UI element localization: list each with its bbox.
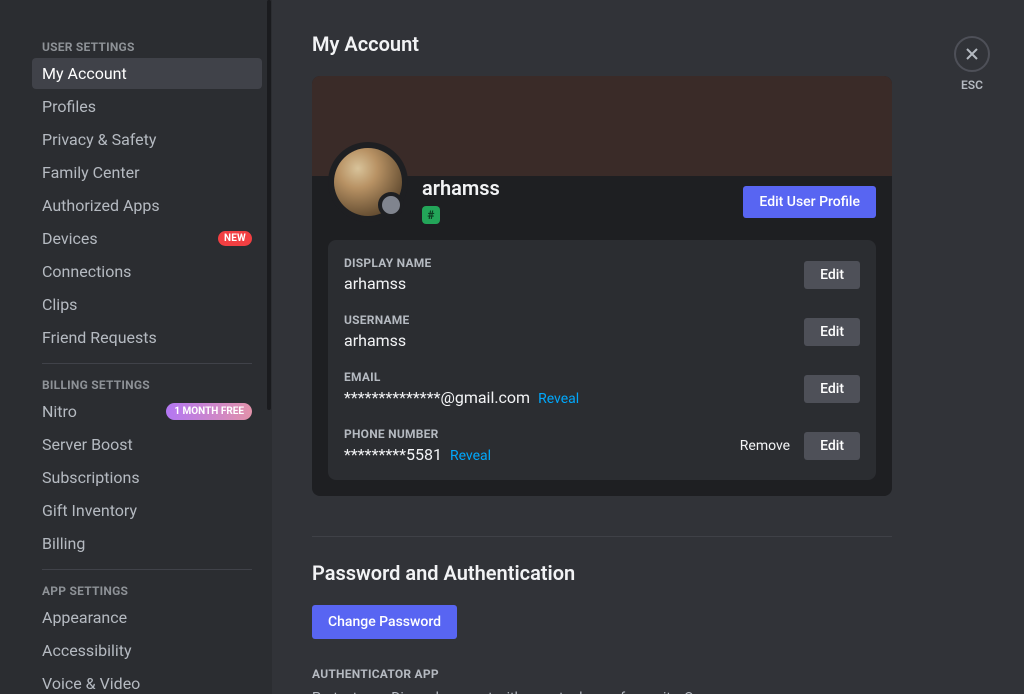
email-masked: **************@gmail.com (344, 388, 530, 407)
close-label: ESC (961, 78, 983, 92)
new-badge: NEW (218, 231, 252, 246)
edit-email-button[interactable]: Edit (804, 375, 860, 403)
phone-field: PHONE NUMBER *********5581 Reveal Remove… (344, 417, 860, 464)
phone-masked: *********5581 (344, 445, 442, 464)
sidebar-item-profiles[interactable]: Profiles (32, 91, 262, 122)
remove-phone-button[interactable]: Remove (740, 438, 790, 454)
email-field: EMAIL **************@gmail.com Reveal Ed… (344, 360, 860, 417)
settings-sidebar: USER SETTINGS My Account Profiles Privacy &… (0, 0, 272, 694)
sidebar-item-privacy-safety[interactable]: Privacy & Safety (32, 124, 262, 155)
close-button[interactable]: ESC (954, 36, 990, 92)
sidebar-section-heading: BILLING SETTINGS (32, 374, 262, 396)
authenticator-app-description: Protect your Discord account with an ext… (312, 689, 772, 694)
sidebar-item-accessibility[interactable]: Accessibility (32, 635, 262, 666)
phone-label: PHONE NUMBER (344, 427, 491, 441)
sidebar-item-billing[interactable]: Billing (32, 528, 262, 559)
account-card: arhamss # Edit User Profile DISPLAY NAME… (312, 76, 892, 496)
sidebar-section-heading: APP SETTINGS (32, 580, 262, 602)
display-name-field: DISPLAY NAME arhamss Edit (344, 256, 860, 303)
edit-phone-button[interactable]: Edit (804, 432, 860, 460)
sidebar-item-friend-requests[interactable]: Friend Requests (32, 322, 262, 353)
sidebar-item-server-boost[interactable]: Server Boost (32, 429, 262, 460)
sidebar-section-heading: USER SETTINGS (32, 36, 262, 58)
sidebar-item-label: Devices (42, 229, 98, 248)
sidebar-item-subscriptions[interactable]: Subscriptions (32, 462, 262, 493)
sidebar-item-label: Accessibility (42, 641, 132, 660)
status-indicator-icon (378, 192, 404, 218)
sidebar-item-label: My Account (42, 64, 127, 83)
username-field: USERNAME arhamss Edit (344, 303, 860, 360)
username-value: arhamss (344, 331, 410, 350)
sidebar-item-label: Family Center (42, 163, 140, 182)
avatar-wrap (328, 142, 408, 222)
sidebar-scrollbar[interactable] (267, 0, 271, 410)
profile-name: arhamss (422, 176, 500, 200)
close-icon (954, 36, 990, 72)
sidebar-item-nitro[interactable]: Nitro 1 MONTH FREE (32, 396, 262, 427)
page-title: My Account (312, 32, 984, 56)
sidebar-item-appearance[interactable]: Appearance (32, 602, 262, 633)
sidebar-item-label: Friend Requests (42, 328, 157, 347)
section-divider (312, 536, 892, 537)
sidebar-item-clips[interactable]: Clips (32, 289, 262, 320)
edit-username-button[interactable]: Edit (804, 318, 860, 346)
hashtag-badge-icon: # (422, 206, 440, 224)
display-name-label: DISPLAY NAME (344, 256, 432, 270)
phone-value: *********5581 Reveal (344, 445, 491, 464)
username-label: USERNAME (344, 313, 410, 327)
sidebar-item-label: Server Boost (42, 435, 133, 454)
display-name-value: arhamss (344, 274, 432, 293)
sidebar-item-gift-inventory[interactable]: Gift Inventory (32, 495, 262, 526)
sidebar-item-label: Voice & Video (42, 674, 140, 693)
authenticator-app-heading: AUTHENTICATOR APP (312, 667, 984, 681)
change-password-button[interactable]: Change Password (312, 605, 457, 639)
sidebar-item-family-center[interactable]: Family Center (32, 157, 262, 188)
sidebar-item-connections[interactable]: Connections (32, 256, 262, 287)
sidebar-item-label: Authorized Apps (42, 196, 160, 215)
profile-header: arhamss # Edit User Profile (312, 176, 892, 240)
sidebar-item-label: Nitro (42, 402, 77, 421)
sidebar-divider (42, 569, 252, 570)
reveal-phone-link[interactable]: Reveal (450, 448, 491, 464)
edit-user-profile-button[interactable]: Edit User Profile (743, 186, 876, 218)
sidebar-item-my-account[interactable]: My Account (32, 58, 262, 89)
sidebar-item-label: Gift Inventory (42, 501, 137, 520)
sidebar-item-label: Subscriptions (42, 468, 140, 487)
edit-display-name-button[interactable]: Edit (804, 261, 860, 289)
sidebar-item-label: Profiles (42, 97, 96, 116)
reveal-email-link[interactable]: Reveal (538, 391, 579, 407)
sidebar-item-label: Billing (42, 534, 85, 553)
email-label: EMAIL (344, 370, 579, 384)
sidebar-item-devices[interactable]: Devices NEW (32, 223, 262, 254)
content-area: ESC My Account arhamss # Edit User Profi… (272, 0, 1024, 694)
sidebar-item-label: Appearance (42, 608, 127, 627)
sidebar-item-voice-video[interactable]: Voice & Video (32, 668, 262, 694)
sidebar-item-authorized-apps[interactable]: Authorized Apps (32, 190, 262, 221)
sidebar-item-label: Privacy & Safety (42, 130, 156, 149)
account-fields: DISPLAY NAME arhamss Edit USERNAME arham… (328, 240, 876, 480)
sidebar-divider (42, 363, 252, 364)
sidebar-item-label: Connections (42, 262, 131, 281)
promo-badge: 1 MONTH FREE (166, 403, 252, 420)
password-auth-title: Password and Authentication (312, 561, 984, 585)
sidebar-item-label: Clips (42, 295, 77, 314)
email-value: **************@gmail.com Reveal (344, 388, 579, 407)
